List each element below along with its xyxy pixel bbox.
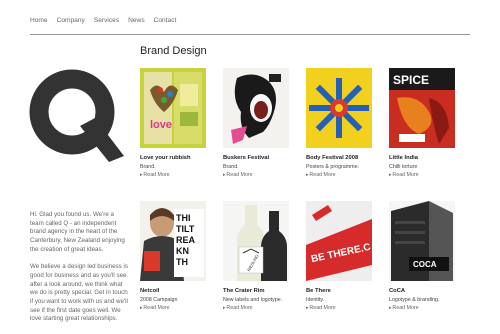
project-title[interactable]: Be There (306, 288, 372, 294)
project-thumbnail[interactable] (223, 68, 289, 148)
read-more-label: Read More (143, 305, 170, 311)
read-more-label: Read More (226, 172, 253, 178)
read-more-link[interactable]: ▸Read More (223, 172, 289, 178)
read-more-label: Read More (309, 172, 336, 178)
project-title[interactable]: Love your rubbish (140, 155, 206, 161)
nav-contact[interactable]: Contact (154, 17, 177, 24)
thumb-text: SPICE (393, 73, 429, 87)
project-thumbnail[interactable] (306, 68, 372, 148)
read-more-label: Read More (309, 305, 336, 311)
project-title[interactable]: Body Festival 2008 (306, 155, 372, 161)
project-subtitle: 2008 Campaign (140, 296, 178, 303)
svg-text:THI: THI (176, 213, 191, 223)
read-more-label: Read More (392, 172, 419, 178)
thumb-text: love (150, 119, 172, 131)
read-more-link[interactable]: ▸Read More (389, 305, 455, 311)
main-nav: Home Company Services News Contact (30, 17, 176, 24)
project-subtitle: Logotype & branding. (389, 296, 440, 303)
project-thumbnail[interactable]: love (140, 68, 206, 148)
read-more-link[interactable]: ▸Read More (306, 172, 372, 178)
read-more-link[interactable]: ▸Read More (140, 172, 206, 178)
project-card-love-your-rubbish: love Love your rubbish Brand. ▸Read More (140, 68, 206, 178)
project-thumbnail[interactable]: THI TILT REA KN TH (140, 201, 206, 281)
project-card-little-india: SPICE Little India Chilli torture ▸Read … (389, 68, 455, 178)
q-logo-icon (29, 69, 124, 162)
intro-paragraph: We believe a design led business is good… (30, 263, 128, 323)
project-thumbnail[interactable]: BE THERE.C (306, 201, 372, 281)
project-subtitle: New labels and logotype. (223, 296, 283, 303)
nav-news[interactable]: News (128, 17, 145, 24)
project-thumbnail[interactable]: COCA (389, 201, 455, 281)
svg-text:TILT: TILT (176, 224, 195, 234)
read-more-label: Read More (143, 172, 170, 178)
project-title[interactable]: CoCA (389, 288, 455, 294)
project-subtitle: Brand. (140, 163, 156, 170)
project-subtitle: Brand. (223, 163, 239, 170)
read-more-link[interactable]: ▸Read More (140, 305, 206, 311)
read-more-link[interactable]: ▸Read More (223, 305, 289, 311)
project-title[interactable]: The Crater Rim (223, 288, 289, 294)
read-more-link[interactable]: ▸Read More (306, 305, 372, 311)
svg-text:TH: TH (176, 257, 188, 267)
svg-text:REA: REA (176, 235, 196, 245)
intro-text: Hi. Glad you found us. We're a team call… (30, 211, 128, 324)
nav-company[interactable]: Company (57, 17, 85, 24)
project-subtitle: Chilli torture (389, 163, 418, 170)
page-title: Brand Design (140, 45, 207, 57)
nav-services[interactable]: Services (94, 17, 119, 24)
read-more-link[interactable]: ▸Read More (389, 172, 455, 178)
project-title[interactable]: Buskers Festival (223, 155, 289, 161)
project-card-netcoil: THI TILT REA KN TH Netcoil 2008 Campaign… (140, 201, 206, 311)
project-subtitle: Posters & programme. (306, 163, 359, 170)
project-thumbnail[interactable]: SPICE (389, 68, 455, 148)
project-title[interactable]: Netcoil (140, 288, 206, 294)
nav-home[interactable]: Home (30, 17, 48, 24)
read-more-label: Read More (226, 305, 253, 311)
project-card-buskers-festival: Buskers Festival Brand. ▸Read More (223, 68, 289, 178)
q-logo[interactable] (28, 66, 124, 162)
read-more-label: Read More (392, 305, 419, 311)
project-thumbnail[interactable]: RIESLING (223, 201, 289, 281)
project-subtitle: Identity. (306, 296, 325, 303)
thumb-text: COCA (413, 260, 437, 269)
header-divider (30, 34, 470, 35)
project-card-coca: COCA CoCA Logotype & branding. ▸Read Mor… (389, 201, 455, 311)
project-card-the-crater-rim: RIESLING The Crater Rim New labels and l… (223, 201, 289, 311)
svg-text:KN: KN (176, 246, 189, 256)
project-card-body-festival-2008: Body Festival 2008 Posters & programme. … (306, 68, 372, 178)
intro-paragraph: Hi. Glad you found us. We're a team call… (30, 211, 125, 253)
project-card-be-there: BE THERE.C Be There Identity. ▸Read More (306, 201, 372, 311)
project-title[interactable]: Little India (389, 155, 455, 161)
